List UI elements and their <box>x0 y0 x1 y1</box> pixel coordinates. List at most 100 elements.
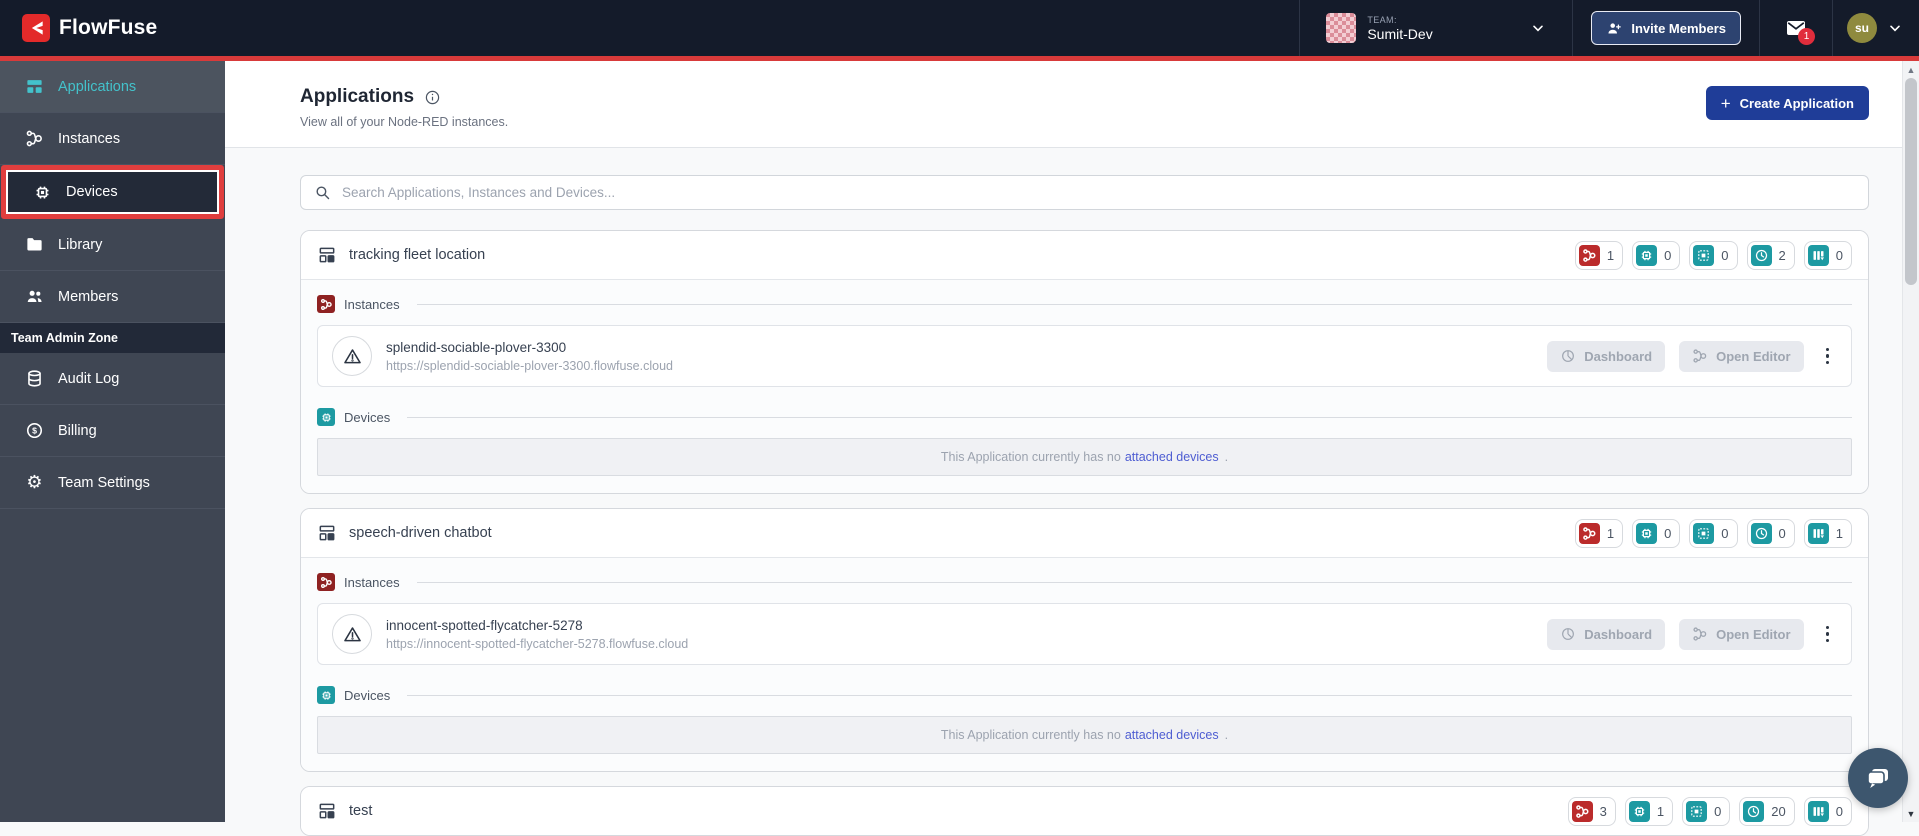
clock-icon <box>1750 244 1772 266</box>
snapshots-count-badge[interactable]: 20 <box>1739 796 1795 826</box>
application-name[interactable]: test <box>349 803 372 819</box>
instance-row[interactable]: innocent-spotted-flycatcher-5278 https:/… <box>317 603 1852 665</box>
application-card-header[interactable]: test 3 1 0 20 0 <box>301 787 1868 835</box>
pipelines-icon <box>1807 800 1829 822</box>
devices-count-badge[interactable]: 0 <box>1632 240 1681 270</box>
application-icon <box>317 801 337 821</box>
badge-count: 0 <box>1778 525 1786 541</box>
pie-chart-icon <box>1562 628 1575 640</box>
plus-icon: + <box>1720 93 1731 113</box>
open-editor-button[interactable]: Open Editor <box>1679 618 1804 650</box>
sidebar-item-team-settings[interactable]: ⚙ Team Settings <box>0 457 225 509</box>
invite-members-button[interactable]: Invite Members <box>1591 11 1741 45</box>
instances-icon <box>1578 244 1600 266</box>
instances-count-badge[interactable]: 1 <box>1574 518 1624 548</box>
badge-count: 0 <box>1835 247 1843 263</box>
section-label: Devices <box>344 409 391 425</box>
application-card: speech-driven chatbot 1 0 0 0 1 Instance… <box>300 508 1869 772</box>
snapshots-count-badge[interactable]: 2 <box>1746 240 1795 270</box>
sidebar-item-library[interactable]: Library <box>0 219 225 271</box>
scrollbar-thumb[interactable] <box>1905 78 1917 285</box>
application-name[interactable]: tracking fleet location <box>349 247 485 263</box>
instances-icon <box>1571 800 1593 822</box>
badge-count: 0 <box>1714 803 1722 819</box>
sidebar-item-audit-log[interactable]: Audit Log <box>0 353 225 405</box>
sidebar-item-devices[interactable]: Devices <box>6 170 219 214</box>
sidebar-item-billing[interactable]: $ Billing <box>0 405 225 457</box>
application-card: tracking fleet location 1 0 0 2 0 Instan… <box>300 230 1869 494</box>
attached-devices-link[interactable]: attached devices <box>1125 450 1219 464</box>
sidebar-item-label: Members <box>58 288 119 305</box>
instance-name[interactable]: innocent-spotted-flycatcher-5278 <box>386 618 688 633</box>
device-groups-count-badge[interactable]: 0 <box>1689 240 1738 270</box>
team-selector[interactable]: TEAM: Sumit-Dev <box>1300 0 1572 56</box>
application-name[interactable]: speech-driven chatbot <box>349 525 492 541</box>
instance-name[interactable]: splendid-sociable-plover-3300 <box>386 340 673 355</box>
device-groups-count-badge[interactable]: 0 <box>1682 796 1731 826</box>
kebab-menu-icon[interactable] <box>1818 622 1838 647</box>
device-group-icon <box>1686 800 1708 822</box>
instances-count-badge[interactable]: 1 <box>1574 240 1624 270</box>
create-application-button[interactable]: + Create Application <box>1705 86 1869 120</box>
sidebar-item-label: Instances <box>58 130 121 147</box>
snapshots-count-badge[interactable]: 0 <box>1746 518 1795 548</box>
application-card: test 3 1 0 20 0 <box>300 786 1869 836</box>
open-editor-label: Open Editor <box>1716 626 1791 642</box>
dashboard-button[interactable]: Dashboard <box>1547 340 1666 372</box>
search-input[interactable] <box>342 185 1855 200</box>
instances-count-badge[interactable]: 3 <box>1567 796 1616 826</box>
info-icon[interactable] <box>424 89 441 106</box>
pipelines-count-badge[interactable]: 0 <box>1803 240 1852 270</box>
user-menu[interactable]: su <box>1833 0 1919 56</box>
badge-count: 0 <box>1721 247 1729 263</box>
section-label: Instances <box>344 574 400 590</box>
sidebar-item-applications[interactable]: Applications <box>0 61 225 113</box>
scroll-down-arrow[interactable]: ▼ <box>1903 805 1919 822</box>
open-editor-button[interactable]: Open Editor <box>1679 340 1804 372</box>
notification-badge: 1 <box>1798 28 1815 45</box>
vertical-scrollbar[interactable]: ▲ ▼ <box>1902 61 1919 822</box>
device-icon <box>1636 522 1658 544</box>
members-icon <box>25 287 44 306</box>
flowfuse-logo-icon <box>22 14 50 42</box>
red-annotation-line <box>0 56 1919 61</box>
team-avatar <box>1326 13 1357 43</box>
search-bar <box>300 175 1869 210</box>
search-icon <box>316 186 330 200</box>
device-icon <box>1636 244 1658 266</box>
page-title: Applications <box>300 86 415 107</box>
kebab-menu-icon[interactable] <box>1818 344 1838 369</box>
create-application-label: Create Application <box>1739 95 1854 111</box>
notifications-button[interactable]: 1 <box>1760 0 1832 56</box>
pipelines-count-badge[interactable]: 0 <box>1803 796 1852 826</box>
pipelines-count-badge[interactable]: 1 <box>1803 518 1852 548</box>
scroll-up-arrow[interactable]: ▲ <box>1903 61 1919 78</box>
chat-widget-button[interactable] <box>1848 748 1908 808</box>
dashboard-button[interactable]: Dashboard <box>1547 618 1666 650</box>
badge-count: 1 <box>1656 803 1665 819</box>
instances-section-header: Instances <box>317 293 1852 315</box>
logo-text: FlowFuse <box>59 16 158 39</box>
instances-icon <box>317 573 335 591</box>
attached-devices-link[interactable]: attached devices <box>1125 728 1219 742</box>
badge-count: 1 <box>1606 525 1615 541</box>
empty-text: This Application currently has no <box>940 450 1121 464</box>
instance-row[interactable]: splendid-sociable-plover-3300 https://sp… <box>317 325 1852 387</box>
section-rule <box>407 416 1852 418</box>
devices-count-badge[interactable]: 1 <box>1624 796 1674 826</box>
application-card-header[interactable]: speech-driven chatbot 1 0 0 0 1 <box>301 509 1868 557</box>
application-card-body: Instances innocent-spotted-flycatcher-52… <box>301 557 1868 771</box>
devices-section-header: Devices <box>317 684 1852 706</box>
chevron-down-icon <box>1887 20 1903 36</box>
instance-status-warning-icon <box>332 336 372 376</box>
sidebar-item-members[interactable]: Members <box>0 271 225 323</box>
device-groups-count-badge[interactable]: 0 <box>1689 518 1738 548</box>
devices-icon <box>317 686 335 704</box>
badge-count: 3 <box>1599 803 1607 819</box>
devices-count-badge[interactable]: 0 <box>1632 518 1681 548</box>
flowfuse-logo[interactable]: FlowFuse <box>0 14 157 42</box>
clock-icon <box>1750 522 1772 544</box>
gear-icon: ⚙ <box>26 472 43 492</box>
sidebar-item-instances[interactable]: Instances <box>0 113 225 165</box>
application-card-header[interactable]: tracking fleet location 1 0 0 2 0 <box>301 231 1868 279</box>
